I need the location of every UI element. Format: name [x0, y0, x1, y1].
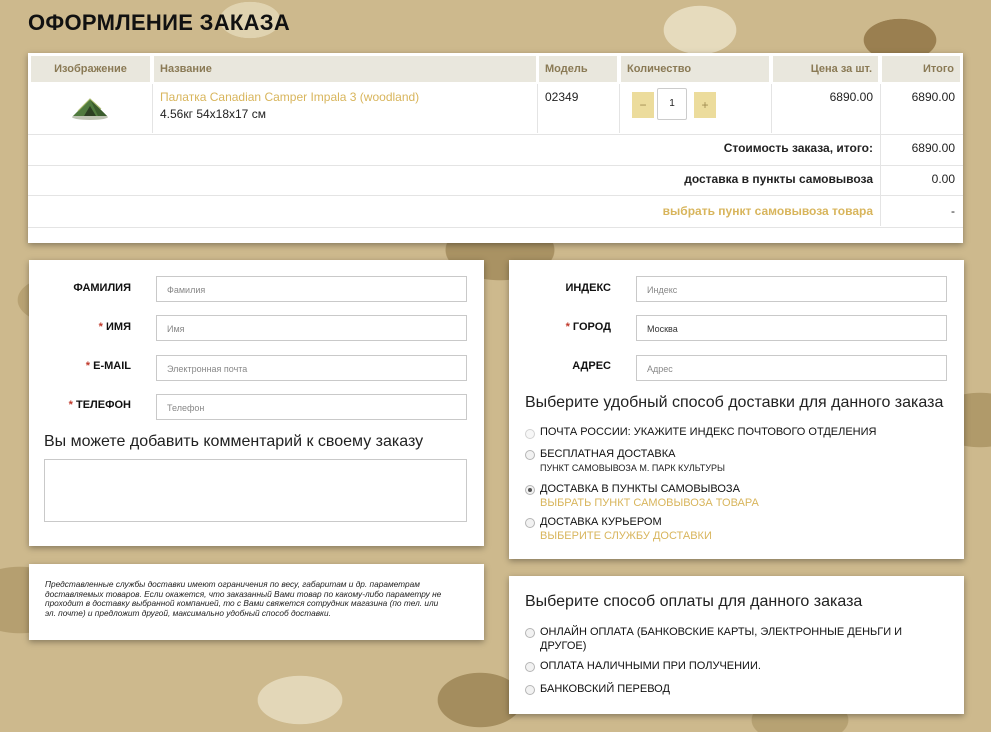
delivery-note-panel: Представленные службы доставки имеют огр…	[29, 564, 484, 640]
payment-radio-online[interactable]	[525, 628, 535, 638]
order-total-value: 6890.00	[911, 141, 955, 155]
email-input[interactable]: Электронная почта	[156, 355, 467, 381]
payment-option-bank[interactable]: БАНКОВСКИЙ ПЕРЕВОД	[540, 683, 670, 695]
quantity-increase-button[interactable]: +	[694, 92, 716, 118]
address-input[interactable]: Адрес	[636, 355, 947, 381]
email-label: * E-MAIL	[85, 360, 131, 372]
payment-heading: Выберите способ оплаты для данного заказ…	[525, 593, 863, 610]
payment-radio-cash[interactable]	[525, 662, 535, 672]
city-label: * ГОРОД	[565, 321, 611, 333]
col-header-name: Название	[154, 56, 536, 82]
product-model: 02349	[545, 90, 579, 104]
name-label: * ИМЯ	[98, 321, 131, 333]
surname-label: ФАМИЛИЯ	[73, 282, 131, 294]
phone-input[interactable]: Телефон	[156, 394, 467, 420]
col-header-total: Итого	[882, 56, 960, 82]
delivery-option-pickup[interactable]: ДОСТАВКА В ПУНКТЫ САМОВЫВОЗА	[540, 483, 740, 495]
divider	[152, 84, 153, 133]
payment-form: Выберите способ оплаты для данного заказ…	[509, 576, 964, 714]
delivery-radio-post[interactable]	[525, 429, 535, 439]
customer-form: ФАМИЛИЯ Фамилия * ИМЯ Имя * E-MAIL Элект…	[29, 260, 484, 546]
comment-textarea[interactable]	[44, 459, 467, 522]
delivery-radio-free[interactable]	[525, 450, 535, 460]
delivery-radio-pickup[interactable]	[525, 485, 535, 495]
divider	[28, 227, 963, 228]
delivery-cost-value: 0.00	[931, 172, 955, 186]
product-name-link[interactable]: Палатка Canadian Camper Impala 3 (woodla…	[160, 90, 419, 104]
surname-input[interactable]: Фамилия	[156, 276, 467, 302]
tent-image[interactable]	[70, 93, 110, 121]
delivery-radio-courier[interactable]	[525, 518, 535, 528]
choose-pickup-link[interactable]: выбрать пункт самовывоза товара	[28, 204, 873, 218]
index-label: ИНДЕКС	[565, 282, 611, 294]
product-total: 6890.00	[911, 90, 955, 104]
delivery-heading: Выберите удобный способ доставки для дан…	[525, 394, 944, 411]
divider	[28, 165, 963, 166]
quantity-decrease-button[interactable]: −	[632, 92, 654, 118]
payment-option-online[interactable]: ОНЛАЙН ОПЛАТА (БАНКОВСКИЕ КАРТЫ, ЭЛЕКТРО…	[540, 625, 935, 653]
col-header-image: Изображение	[31, 56, 150, 82]
name-input[interactable]: Имя	[156, 315, 467, 341]
choose-courier-service-link[interactable]: ВЫБЕРИТЕ СЛУЖБУ ДОСТАВКИ	[540, 530, 712, 542]
col-header-model: Модель	[539, 56, 617, 82]
divider	[880, 84, 881, 226]
pickup-value: -	[951, 204, 955, 218]
col-header-quantity: Количество	[621, 56, 769, 82]
divider	[28, 134, 963, 135]
cart-table: Изображение Название Модель Количество Ц…	[28, 53, 963, 243]
col-header-price: Цена за шт.	[773, 56, 878, 82]
divider	[619, 84, 620, 133]
divider	[771, 84, 772, 133]
address-label: АДРЕС	[572, 360, 611, 372]
phone-label: * ТЕЛЕФОН	[68, 399, 131, 411]
product-details: 4.56кг 54x18x17 см	[160, 107, 266, 121]
delivery-note: Представленные службы доставки имеют огр…	[45, 579, 442, 618]
delivery-form: ИНДЕКС Индекс * ГОРОД Москва АДРЕС Адрес…	[509, 260, 964, 559]
comment-heading: Вы можете добавить комментарий к своему …	[44, 433, 424, 450]
city-input[interactable]: Москва	[636, 315, 947, 341]
delivery-option-post[interactable]: ПОЧТА РОССИИ: УКАЖИТЕ ИНДЕКС ПОЧТОВОГО О…	[540, 426, 876, 438]
delivery-option-free[interactable]: БЕСПЛАТНАЯ ДОСТАВКА	[540, 448, 675, 460]
delivery-option-courier[interactable]: ДОСТАВКА КУРЬЕРОМ	[540, 516, 662, 528]
divider	[28, 195, 963, 196]
choose-pickup-point-link[interactable]: ВЫБРАТЬ ПУНКТ САМОВЫВОЗА ТОВАРА	[540, 497, 759, 509]
payment-radio-bank[interactable]	[525, 685, 535, 695]
divider	[537, 84, 538, 133]
payment-option-cash[interactable]: ОПЛАТА НАЛИЧНЫМИ ПРИ ПОЛУЧЕНИИ.	[540, 660, 761, 672]
quantity-input[interactable]: 1	[657, 88, 687, 120]
page-title: ОФОРМЛЕНИЕ ЗАКАЗА	[28, 10, 291, 35]
product-price: 6890.00	[829, 90, 873, 104]
index-input[interactable]: Индекс	[636, 276, 947, 302]
delivery-option-free-sub: ПУНКТ САМОВЫВОЗА М. ПАРК КУЛЬТУРЫ	[540, 463, 725, 473]
order-total-label: Стоимость заказа, итого:	[723, 141, 873, 155]
delivery-cost-label: доставка в пункты самовывоза	[684, 172, 873, 186]
